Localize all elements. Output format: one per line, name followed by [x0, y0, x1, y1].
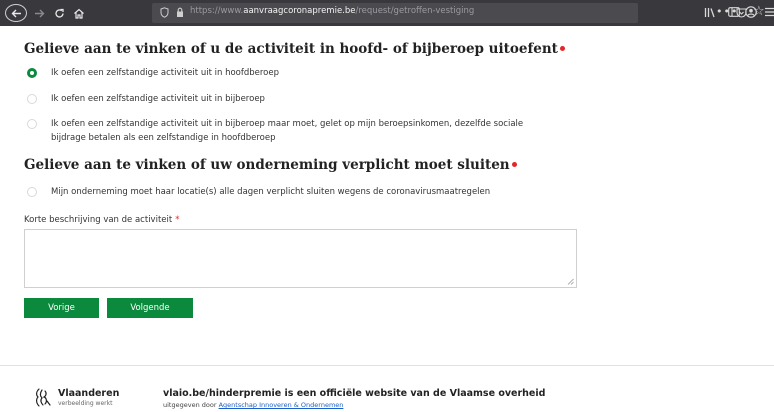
option-bijberoep[interactable]: Ik oefen een zelfstandige activiteit uit…: [27, 92, 265, 106]
description-label: Korte beschrijving van de activiteit *: [24, 215, 179, 225]
question-closure-text: Gelieve aan te vinken of uw onderneming …: [24, 157, 510, 173]
required-indicator: [559, 46, 565, 51]
option-label: Ik oefen een zelfstandige activiteit uit…: [51, 117, 523, 145]
question-work-type-title: Gelieve aan te vinken of u de activiteit…: [24, 41, 565, 57]
hamburger-menu-icon[interactable]: [765, 7, 774, 17]
forward-button[interactable]: [32, 4, 46, 22]
sidebar-icon[interactable]: [728, 7, 740, 17]
agency-link[interactable]: Agentschap Innoveren & Ondernemen: [219, 401, 344, 409]
url-prefix: https://www.: [190, 6, 244, 16]
required-indicator: [511, 162, 517, 167]
vlaanderen-lion-logo[interactable]: [33, 387, 53, 409]
account-icon[interactable]: [745, 6, 757, 18]
radio-button[interactable]: [27, 119, 37, 129]
home-button[interactable]: [72, 4, 86, 22]
option-label-line2: bijdrage betalen als een zelfstandige in…: [51, 133, 276, 143]
url-text: https://www.aanvraagcoronapremie.be/requ…: [190, 6, 474, 16]
radio-button[interactable]: [27, 187, 37, 197]
url-bar[interactable]: https://www.aanvraagcoronapremie.be/requ…: [152, 3, 765, 23]
arrow-right-icon: [34, 9, 44, 17]
option-label-line1: Ik oefen een zelfstandige activiteit uit…: [51, 119, 524, 129]
footer-divider: [0, 365, 774, 366]
option-label: Ik oefen een zelfstandige activiteit uit…: [51, 94, 265, 104]
library-icon[interactable]: [704, 7, 716, 18]
home-icon: [74, 8, 84, 19]
lock-icon[interactable]: [176, 7, 184, 18]
question-closure-title: Gelieve aan te vinken of uw onderneming …: [24, 157, 517, 173]
shield-icon[interactable]: [160, 7, 169, 18]
description-textarea[interactable]: [24, 229, 577, 288]
previous-button[interactable]: Vorige: [24, 298, 99, 318]
back-button[interactable]: [5, 4, 27, 22]
browser-toolbar: https://www.aanvraagcoronapremie.be/requ…: [0, 0, 774, 26]
logo-name: Vlaanderen: [58, 388, 120, 399]
radio-button[interactable]: [27, 94, 37, 104]
url-domain: aanvraagcoronapremie.be: [243, 6, 356, 16]
option-mandatory-closure[interactable]: Mijn onderneming moet haar locatie(s) al…: [27, 185, 490, 199]
footer-subtitle: uitgegeven door Agentschap Innoveren & O…: [163, 401, 343, 409]
next-button[interactable]: Volgende: [107, 298, 193, 318]
footer-subtitle-prefix: uitgegeven door: [163, 401, 219, 409]
option-label: Mijn onderneming moet haar locatie(s) al…: [51, 187, 491, 197]
option-hoofdberoep[interactable]: Ik oefen een zelfstandige activiteit uit…: [27, 66, 279, 80]
logo-tagline: verbeelding werkt: [58, 400, 113, 407]
radio-button-selected[interactable]: [27, 68, 37, 78]
url-path: /request/getroffen-vestiging: [355, 6, 475, 16]
description-label-text: Korte beschrijving van de activiteit: [24, 215, 173, 225]
resize-handle-icon[interactable]: [566, 277, 574, 285]
reload-button[interactable]: [52, 4, 66, 22]
option-label: Ik oefen een zelfstandige activiteit uit…: [51, 68, 280, 78]
page-content: Gelieve aan te vinken of u de activiteit…: [0, 26, 774, 412]
reload-icon: [54, 8, 64, 18]
arrow-left-icon: [11, 9, 21, 17]
option-bijberoep-hoofdberoep-bijdrage[interactable]: Ik oefen een zelfstandige activiteit uit…: [27, 117, 523, 145]
footer-title: vlaio.be/hinderpremie is een officiële w…: [163, 388, 546, 399]
required-star: *: [175, 215, 180, 225]
question-work-type-text: Gelieve aan te vinken of u de activiteit…: [24, 41, 558, 57]
